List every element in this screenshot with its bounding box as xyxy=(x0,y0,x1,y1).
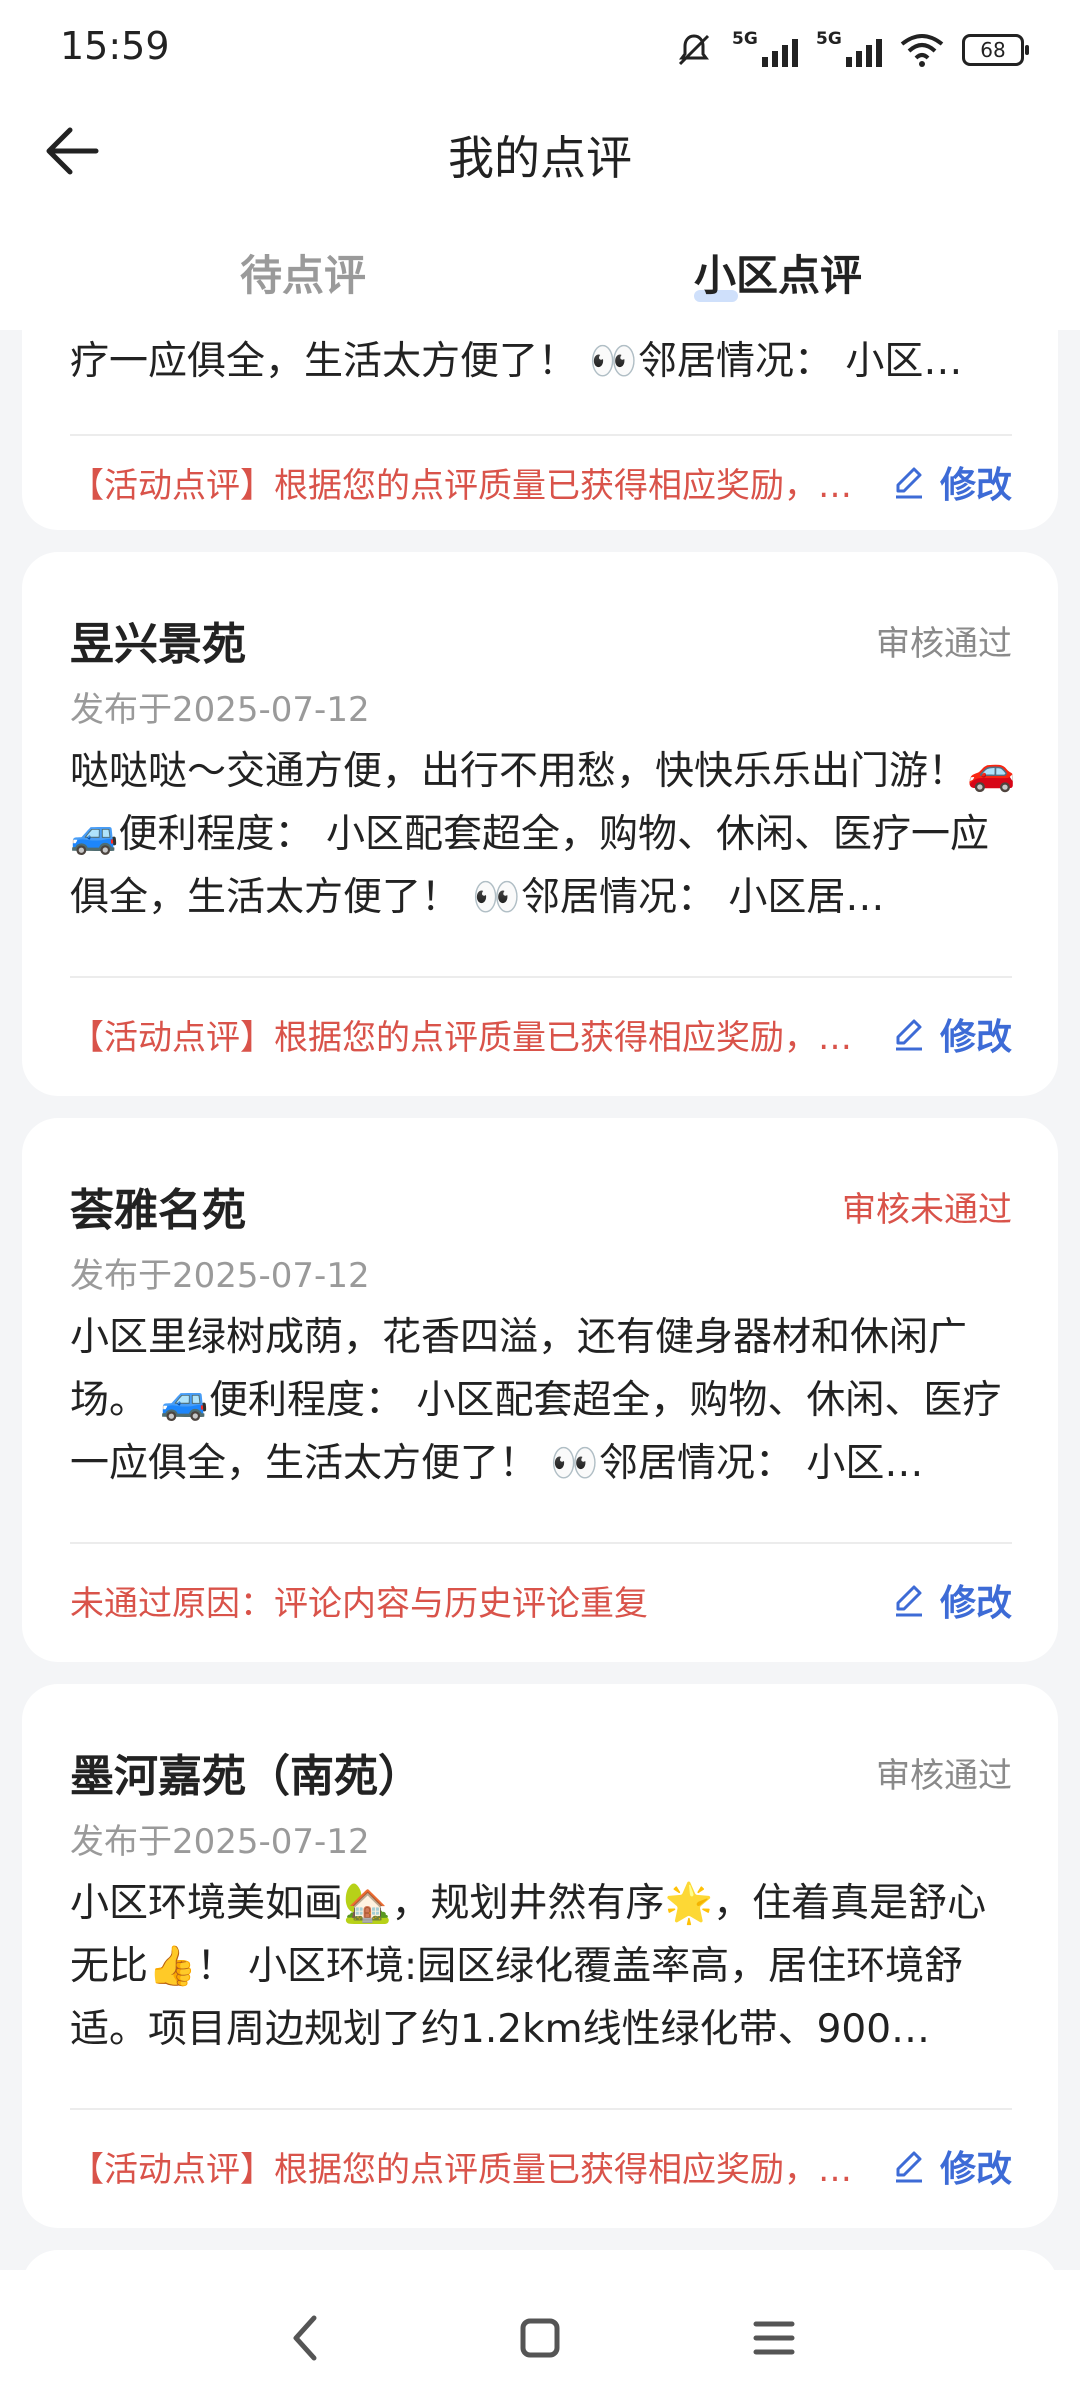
divider xyxy=(70,434,1012,436)
status-icons: 5G 5G 68 xyxy=(674,26,1029,74)
community-name: 墨河嘉苑（南苑） xyxy=(70,1751,422,1802)
edit-button[interactable]: 修改 xyxy=(890,456,1012,508)
network-label: 5G xyxy=(732,29,758,49)
rejection-reason: 未通过原因：评论内容与历史评论重复 xyxy=(70,1584,648,1624)
review-text: 小区里绿树成荫，花香四溢，还有健身器材和休闲广场。 🚙便利程度： 小区配套超全，… xyxy=(70,1315,1002,1486)
battery-icon: 68 xyxy=(962,34,1029,66)
edit-button[interactable]: 修改 xyxy=(890,1574,1012,1626)
review-text: 小区环境美如画🏡，规划井然有序🌟，住着真是舒心无比👍！ 小区环境:园区绿化覆盖率… xyxy=(70,1881,987,2052)
status-time: 15:59 xyxy=(60,24,170,68)
signal-icon-2: 5G xyxy=(816,29,882,67)
signal-icon: 5G xyxy=(732,29,798,67)
community-name: 昱兴景苑 xyxy=(70,619,246,670)
divider xyxy=(70,1542,1012,1544)
app-header: 我的点评 xyxy=(0,96,1080,206)
review-card: 荟雅名苑 审核未通过 发布于2025-07-12 小区里绿树成荫，花香四溢，还有… xyxy=(22,1118,1058,1662)
tab-community-review[interactable]: 小区点评 xyxy=(694,242,862,303)
review-card: 昱兴景苑 审核通过 发布于2025-07-12 哒哒哒～交通方便，出行不用愁，快… xyxy=(22,552,1058,1096)
edit-button[interactable]: 修改 xyxy=(890,2140,1012,2192)
publish-date: 发布于2025-07-12 xyxy=(70,690,370,730)
page-title: 我的点评 xyxy=(448,131,632,185)
reward-note: 【活动点评】根据您的点评质量已获得相应奖励，… xyxy=(70,1018,852,1058)
edit-pencil-icon xyxy=(895,1585,922,1617)
nav-menu-icon[interactable] xyxy=(744,2308,804,2368)
review-list[interactable]: 疗一应俱全，生活太方便了！ 👀邻居情况： 小区… 【活动点评】根据您的点评质量已… xyxy=(0,330,1080,2270)
system-nav-bar xyxy=(0,2270,1080,2400)
edit-pencil-icon xyxy=(895,467,922,499)
reward-note: 【活动点评】根据您的点评质量已获得相应奖励，… xyxy=(70,466,852,506)
community-name: 荟雅名苑 xyxy=(70,1185,246,1236)
divider xyxy=(70,976,1012,978)
review-status: 审核通过 xyxy=(876,624,1012,664)
review-card: 疗一应俱全，生活太方便了！ 👀邻居情况： 小区… 【活动点评】根据您的点评质量已… xyxy=(22,330,1058,530)
nav-home-icon[interactable] xyxy=(510,2308,570,2368)
reward-note: 【活动点评】根据您的点评质量已获得相应奖励，… xyxy=(70,2150,852,2190)
tab-bar: 待点评 小区点评 xyxy=(0,206,1080,330)
tab-pending-review[interactable]: 待点评 xyxy=(240,242,366,303)
edit-label: 修改 xyxy=(939,2149,1012,2190)
edit-pencil-icon xyxy=(895,2151,922,2183)
edit-button[interactable]: 修改 xyxy=(890,1008,1012,1060)
nav-back-icon[interactable] xyxy=(276,2308,336,2368)
review-text: 疗一应俱全，生活太方便了！ 👀邻居情况： 小区… xyxy=(70,339,963,384)
edit-label: 修改 xyxy=(939,465,1012,506)
review-status: 审核未通过 xyxy=(842,1190,1012,1230)
divider xyxy=(70,2108,1012,2110)
edit-label: 修改 xyxy=(939,1017,1012,1058)
edit-label: 修改 xyxy=(939,1583,1012,1624)
review-text: 哒哒哒～交通方便，出行不用愁，快快乐乐出门游！🚗 🚙便利程度： 小区配套超全，购… xyxy=(70,749,1016,920)
mute-icon xyxy=(678,34,710,66)
network-label-2: 5G xyxy=(816,29,842,49)
publish-date: 发布于2025-07-12 xyxy=(70,1822,370,1862)
publish-date: 发布于2025-07-12 xyxy=(70,1256,370,1296)
edit-pencil-icon xyxy=(895,1019,922,1051)
review-status: 审核通过 xyxy=(876,1756,1012,1796)
review-card xyxy=(22,2250,1058,2270)
review-card: 墨河嘉苑（南苑） 审核通过 发布于2025-07-12 小区环境美如画🏡，规划井… xyxy=(22,1684,1058,2228)
status-bar: 15:59 5G 5G 68 xyxy=(0,0,1080,96)
wifi-icon xyxy=(900,34,944,67)
